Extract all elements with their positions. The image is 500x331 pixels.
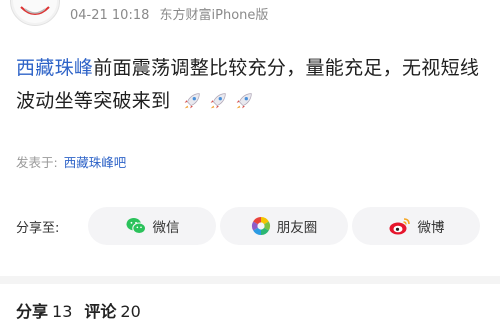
posted-in-label: 发表于:: [16, 155, 58, 170]
share-count-label: 分享: [16, 302, 49, 321]
share-weibo-label: 微博: [417, 220, 445, 236]
share-weibo-button[interactable]: 微博: [352, 207, 480, 245]
bar-link[interactable]: 西藏珠峰吧: [64, 155, 127, 170]
post-body: 西藏珠峰前面震荡调整比较充分，量能充足，无视短线波动坐等突破来到: [16, 52, 486, 123]
share-moments-label: 朋友圈: [276, 220, 318, 236]
share-moments-button[interactable]: 朋友圈: [220, 207, 348, 245]
comment-count: 20: [120, 302, 141, 321]
rocket-icon: [233, 90, 255, 123]
comment-count-label: 评论: [84, 302, 117, 321]
avatar[interactable]: [10, 0, 60, 26]
rocket-icon: [181, 90, 203, 123]
posted-in: 发表于: 西藏珠峰吧: [16, 152, 126, 171]
post-stats: 分享 13 评论 20: [16, 298, 141, 322]
section-divider: [0, 276, 500, 284]
post-date: 04-21 10:18: [70, 8, 150, 23]
share-count: 13: [52, 302, 73, 321]
post-source: 东方财富iPhone版: [159, 8, 269, 23]
share-wechat-label: 微信: [152, 220, 180, 236]
user-avatar-icon: [13, 0, 57, 23]
post-meta: 04-21 10:18 东方财富iPhone版: [70, 4, 268, 23]
share-label: 分享至:: [16, 221, 60, 236]
share-wechat-button[interactable]: 微信: [88, 207, 216, 245]
moments-icon: [251, 216, 271, 236]
wechat-icon: [125, 216, 147, 236]
stock-link[interactable]: 西藏珠峰: [16, 57, 93, 79]
share-row: 分享至: 微信 朋友圈 微博: [16, 207, 486, 245]
rocket-icon: [207, 90, 229, 123]
comment-count-tab[interactable]: 评论 20: [84, 302, 140, 321]
weibo-icon: [388, 216, 412, 236]
share-count-tab[interactable]: 分享 13: [16, 302, 72, 321]
